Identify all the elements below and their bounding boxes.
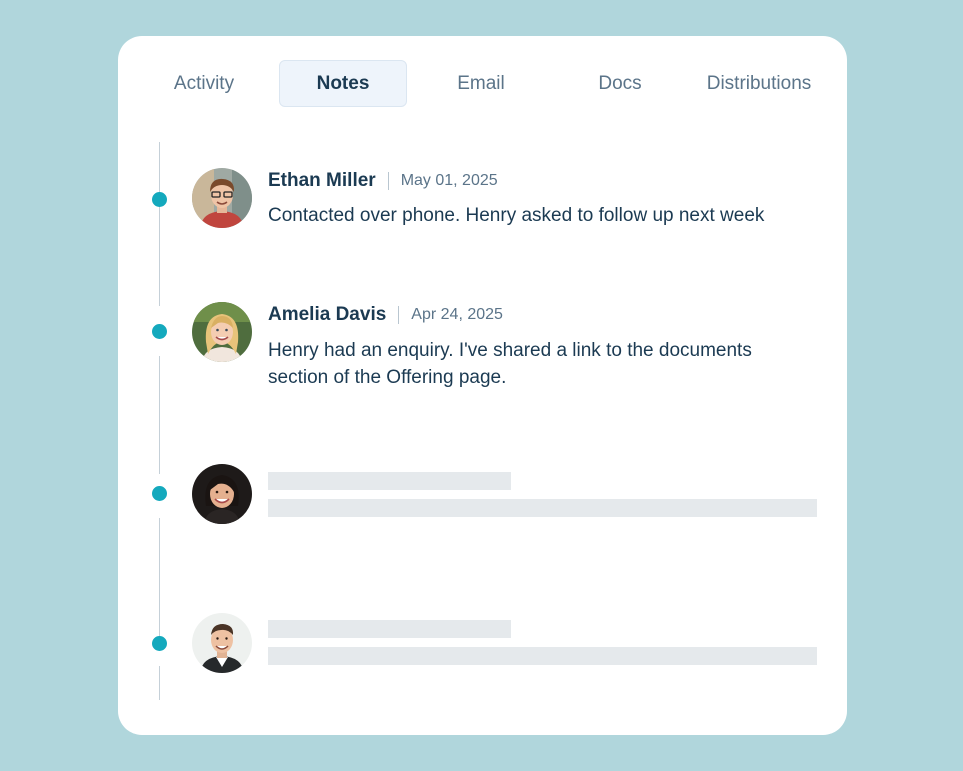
timeline-line <box>159 356 160 474</box>
avatar-ethan-miller <box>192 168 252 228</box>
note-text: Henry had an enquiry. I've shared a link… <box>268 340 752 388</box>
page-background: Activity Notes Email Docs Distributions <box>0 0 963 771</box>
skeleton-title <box>268 472 511 490</box>
divider <box>387 172 389 190</box>
author-name[interactable]: Ethan Miller <box>268 170 376 192</box>
timeline-line <box>159 666 160 700</box>
skeleton-text <box>268 499 817 517</box>
note-text: Contacted over phone. Henry asked to fol… <box>268 205 765 226</box>
note-header: Ethan Miller May 01, 2025 <box>268 169 498 193</box>
tab-distributions[interactable]: Distributions <box>695 60 823 107</box>
timeline-line <box>159 210 160 306</box>
avatar-amelia-davis <box>192 302 252 362</box>
skeleton-text <box>268 647 817 665</box>
notes-card: Activity Notes Email Docs Distributions <box>118 36 847 735</box>
timeline-line <box>159 518 160 636</box>
timeline-dot <box>152 486 167 501</box>
note-header: Amelia Davis Apr 24, 2025 <box>268 303 503 327</box>
avatar-placeholder-3 <box>192 464 252 524</box>
author-name[interactable]: Amelia Davis <box>268 304 386 326</box>
divider <box>398 306 400 324</box>
avatar-placeholder-4 <box>192 613 252 673</box>
note-date: Apr 24, 2025 <box>411 306 503 323</box>
tab-notes[interactable]: Notes <box>279 60 407 107</box>
timeline-dot <box>152 324 167 339</box>
note-date: May 01, 2025 <box>400 172 498 189</box>
skeleton-title <box>268 620 511 638</box>
timeline-dot <box>152 192 167 207</box>
tab-email[interactable]: Email <box>417 60 545 107</box>
timeline-dot <box>152 636 167 651</box>
tab-docs[interactable]: Docs <box>556 60 684 107</box>
tab-bar: Activity Notes Email Docs Distributions <box>118 36 847 146</box>
tab-activity[interactable]: Activity <box>140 60 268 107</box>
